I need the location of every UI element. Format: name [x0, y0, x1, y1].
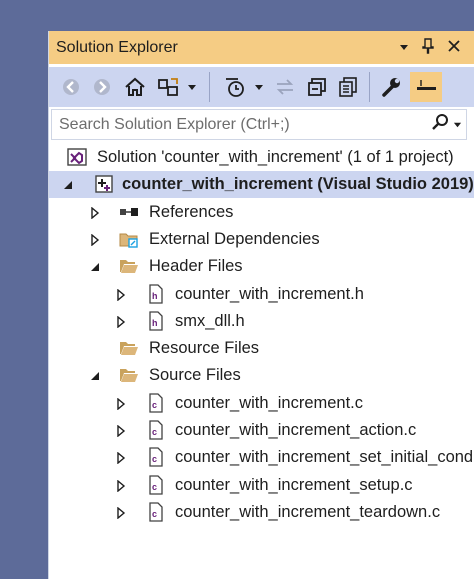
search-options[interactable] [426, 113, 466, 136]
tree-item-header-file[interactable]: h counter_with_increment.h [49, 281, 474, 308]
search-input[interactable] [57, 114, 426, 135]
tree-item-source-file[interactable]: c counter_with_increment_setup.c [49, 472, 474, 499]
search-dropdown-icon[interactable] [453, 116, 462, 134]
tree-item-references[interactable]: References [49, 199, 474, 226]
panel-title-bar: Solution Explorer [49, 31, 474, 64]
c-file-icon: c [146, 393, 166, 413]
sync-dropdown-icon[interactable] [185, 73, 199, 101]
tree-item-header-file[interactable]: h smx_dll.h [49, 308, 474, 335]
home-icon[interactable] [123, 73, 147, 101]
cpp-project-icon [94, 174, 114, 194]
pin-icon[interactable] [422, 38, 434, 57]
refresh-icon[interactable] [273, 73, 297, 101]
c-file-icon: c [146, 475, 166, 495]
header-file-icon: h [146, 284, 166, 304]
svg-text:c: c [152, 427, 157, 437]
tree-item-label: Header Files [149, 257, 243, 275]
back-icon[interactable] [60, 73, 82, 101]
folder-icon [119, 338, 139, 358]
svg-text:c: c [152, 482, 157, 492]
tree-item-source-file[interactable]: c counter_with_increment_teardown.c [49, 499, 474, 526]
pending-changes-filter-icon[interactable] [223, 73, 247, 101]
tree-item-label: Source Files [149, 366, 241, 384]
search-icon[interactable] [431, 113, 449, 136]
tree-item-label: smx_dll.h [175, 312, 245, 330]
svg-text:c: c [152, 509, 157, 519]
open-folder-icon [119, 365, 139, 385]
collapsed-arrow-icon[interactable] [115, 398, 127, 410]
solution-explorer-panel: Solution Explorer Search Solution Explor… [48, 31, 474, 579]
c-file-icon: c [146, 502, 166, 522]
tree-item-label: counter_with_increment.c [175, 394, 364, 412]
svg-text:h: h [152, 291, 158, 301]
tree-item-label: counter_with_increment_setup.c [175, 476, 413, 494]
visual-studio-solution-icon [67, 147, 87, 167]
collapsed-arrow-icon[interactable] [89, 234, 101, 246]
tree-item-source-file[interactable]: c counter_with_increment_set_initial_con… [49, 444, 474, 471]
close-icon[interactable] [447, 39, 461, 56]
expanded-arrow-icon[interactable] [62, 179, 74, 191]
collapsed-arrow-icon[interactable] [115, 425, 127, 437]
collapsed-arrow-icon[interactable] [89, 207, 101, 219]
svg-text:c: c [152, 400, 157, 410]
preview-selected-items-icon[interactable] [410, 72, 442, 102]
show-all-files-icon[interactable] [336, 73, 360, 101]
sync-with-active-document-icon[interactable] [156, 73, 180, 101]
tree-item-header-files[interactable]: Header Files [49, 253, 474, 280]
tree-item-label: External Dependencies [149, 230, 320, 248]
c-file-icon: c [146, 420, 166, 440]
forward-icon[interactable] [91, 73, 113, 101]
properties-wrench-icon[interactable] [379, 73, 403, 101]
c-file-icon: c [146, 447, 166, 467]
references-icon [119, 202, 139, 222]
collapsed-arrow-icon[interactable] [115, 480, 127, 492]
collapse-all-icon[interactable] [305, 73, 329, 101]
collapsed-arrow-icon[interactable] [115, 316, 127, 328]
tree-item-source-file[interactable]: c counter_with_increment_action.c [49, 417, 474, 444]
tree-item-label: counter_with_increment_set_initial_condi… [175, 448, 474, 466]
tree-item-project[interactable]: counter_with_increment (Visual Studio 20… [49, 171, 474, 198]
tree-item-label: counter_with_increment (Visual Studio 20… [122, 175, 474, 193]
svg-text:c: c [152, 454, 157, 464]
tree-item-label: counter_with_increment_teardown.c [175, 503, 441, 521]
tree-item-source-file[interactable]: c counter_with_increment.c [49, 390, 474, 417]
panel-title: Solution Explorer [56, 38, 178, 56]
collapsed-arrow-icon[interactable] [115, 452, 127, 464]
tree-item-label: Resource Files [149, 339, 260, 357]
expanded-arrow-icon[interactable] [89, 261, 101, 273]
svg-text:h: h [152, 318, 158, 328]
open-folder-icon [119, 256, 139, 276]
external-dependencies-folder-icon [119, 229, 139, 249]
tree-item-external-dependencies[interactable]: External Dependencies [49, 226, 474, 253]
header-file-icon: h [146, 311, 166, 331]
filter-dropdown-icon[interactable] [252, 73, 266, 101]
window-menu-dropdown-icon[interactable] [399, 40, 409, 55]
tree-item-label: Solution 'counter_with_increment' (1 of … [97, 148, 454, 166]
expanded-arrow-icon[interactable] [89, 370, 101, 382]
tree-item-label: References [149, 203, 234, 221]
tree-item-solution[interactable]: Solution 'counter_with_increment' (1 of … [49, 144, 474, 171]
toolbar [49, 67, 474, 107]
tree-item-label: counter_with_increment_action.c [175, 421, 417, 439]
collapsed-arrow-icon[interactable] [115, 289, 127, 301]
tree-item-label: counter_with_increment.h [175, 285, 364, 303]
tree-item-source-files[interactable]: Source Files [49, 362, 474, 389]
search-box[interactable] [51, 109, 467, 140]
tree-item-resource-files[interactable]: Resource Files [49, 335, 474, 362]
collapsed-arrow-icon[interactable] [115, 507, 127, 519]
